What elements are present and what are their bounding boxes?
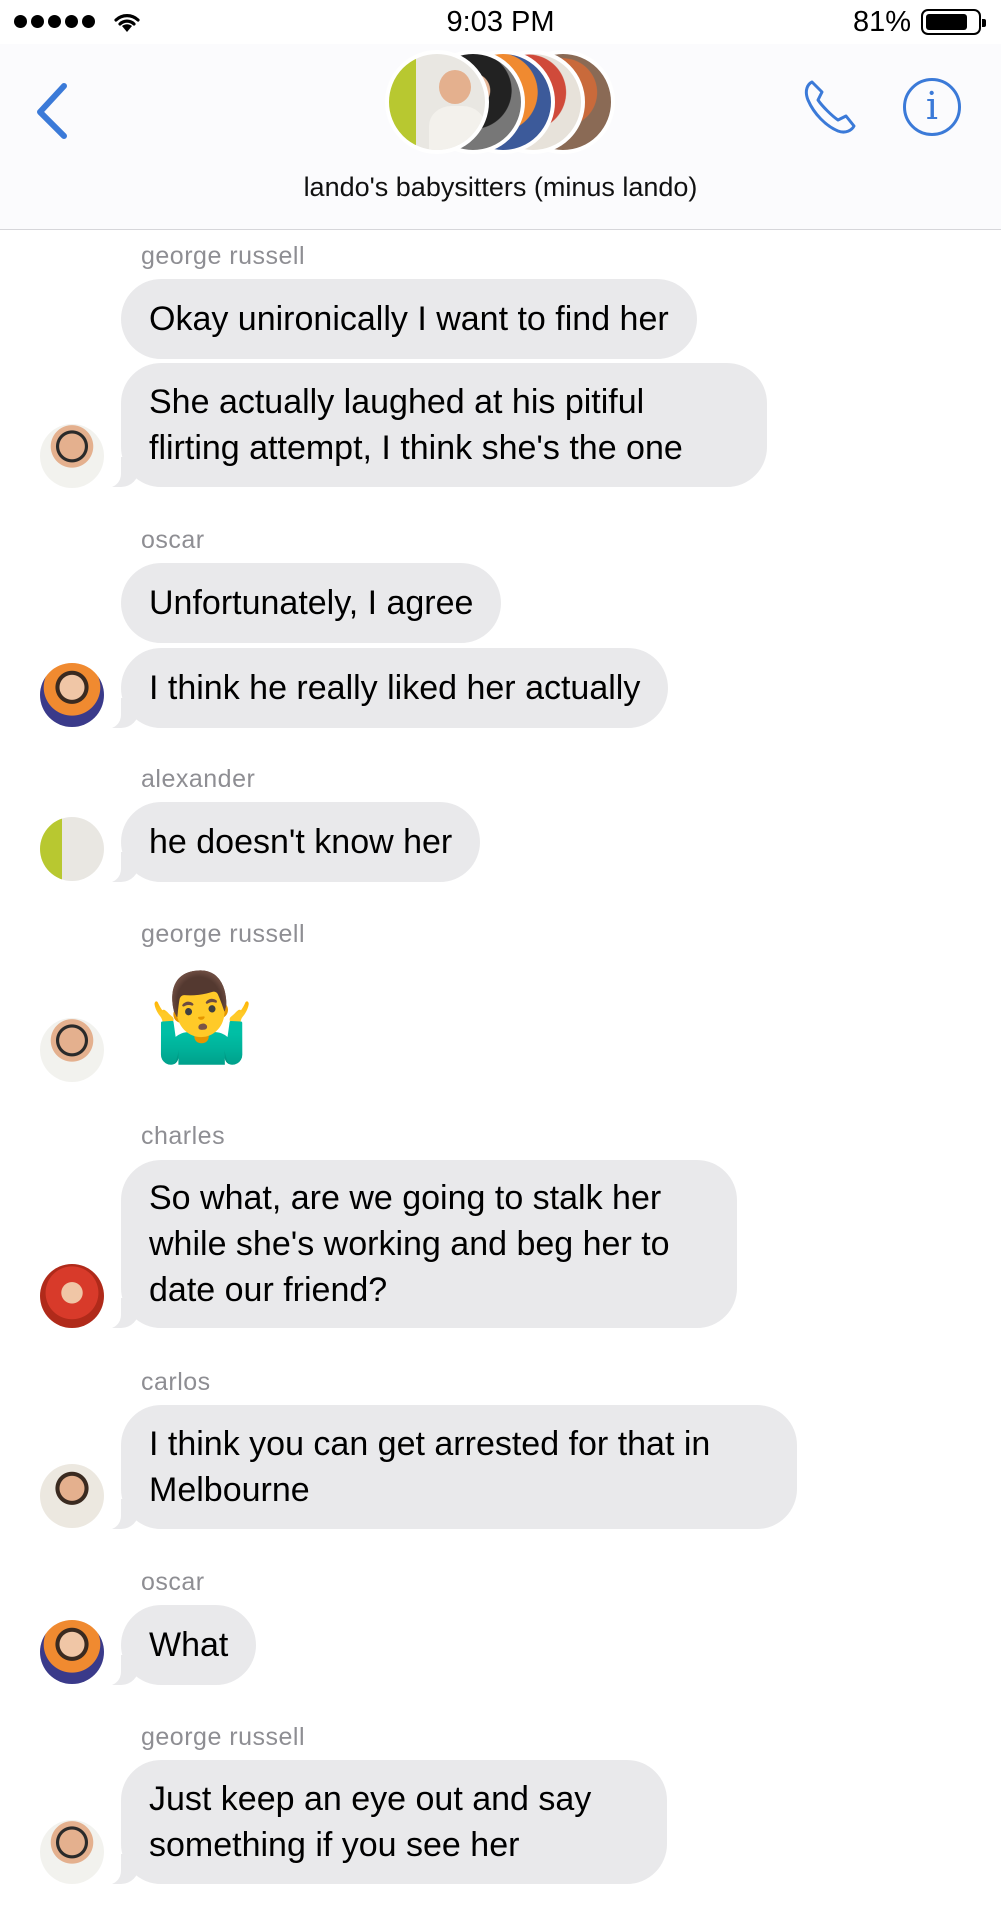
status-time: 9:03 PM — [446, 6, 555, 38]
emoji-message[interactable]: 🤷‍♂️ — [148, 968, 255, 1068]
sender-name: carlos — [141, 1368, 211, 1396]
message-text: I think you can get arrested for that in… — [149, 1425, 711, 1509]
message-bubble[interactable]: I think you can get arrested for that in… — [99, 1405, 797, 1530]
battery-icon — [921, 9, 986, 35]
avatar[interactable] — [40, 1820, 104, 1884]
message-text: he doesn't know her — [149, 823, 453, 861]
avatar[interactable] — [40, 1620, 104, 1684]
message-text: Unfortunately, I agree — [149, 584, 474, 622]
sender-name: george russell — [141, 1723, 306, 1751]
sender-name: oscar — [141, 1568, 205, 1596]
message-bubble[interactable]: Unfortunately, I agree — [121, 563, 502, 643]
battery-percent: 81% — [852, 6, 911, 38]
avatar[interactable] — [40, 663, 104, 727]
sender-name: alexander — [141, 765, 256, 793]
message-text: She actually laughed at his pitiful flir… — [149, 383, 683, 467]
message-text: I think he really liked her actually — [149, 669, 641, 707]
avatar[interactable] — [40, 1464, 104, 1528]
message-bubble[interactable]: What — [98, 1605, 257, 1686]
avatar[interactable] — [40, 1264, 104, 1328]
message-bubble[interactable]: So what, are we going to stalk her while… — [99, 1160, 737, 1329]
sender-name: george russell — [141, 242, 306, 270]
sender-name: oscar — [141, 526, 205, 554]
group-avatar-stack[interactable] — [385, 50, 615, 154]
group-name[interactable]: lando's babysitters (minus lando) — [0, 172, 1001, 203]
chevron-left-icon[interactable] — [28, 74, 78, 146]
message-bubble[interactable]: he doesn't know her — [98, 802, 481, 883]
avatar[interactable] — [40, 424, 104, 488]
avatar[interactable] — [40, 817, 104, 881]
message-text: Just keep an eye out and say something i… — [149, 1780, 592, 1864]
avatar[interactable] — [40, 1018, 104, 1082]
message-bubble[interactable]: Just keep an eye out and say something i… — [99, 1760, 667, 1885]
sender-name: charles — [141, 1122, 226, 1150]
message-text: What — [149, 1626, 229, 1664]
message-text: So what, are we going to stalk her while… — [149, 1179, 670, 1309]
group-member-avatar — [385, 50, 489, 154]
phone-icon[interactable] — [800, 76, 860, 136]
message-bubble[interactable]: Okay unironically I want to find her — [121, 279, 697, 359]
info-icon[interactable]: i — [903, 78, 961, 136]
message-text: Okay unironically I want to find her — [149, 300, 669, 338]
message-bubble[interactable]: I think he really liked her actually — [98, 648, 669, 729]
message-bubble[interactable]: She actually laughed at his pitiful flir… — [99, 363, 767, 488]
conversation-header: lando's babysitters (minus lando) i — [0, 44, 1001, 230]
sender-name: george russell — [141, 920, 306, 948]
status-bar: 9:03 PM 81% — [0, 0, 1001, 44]
